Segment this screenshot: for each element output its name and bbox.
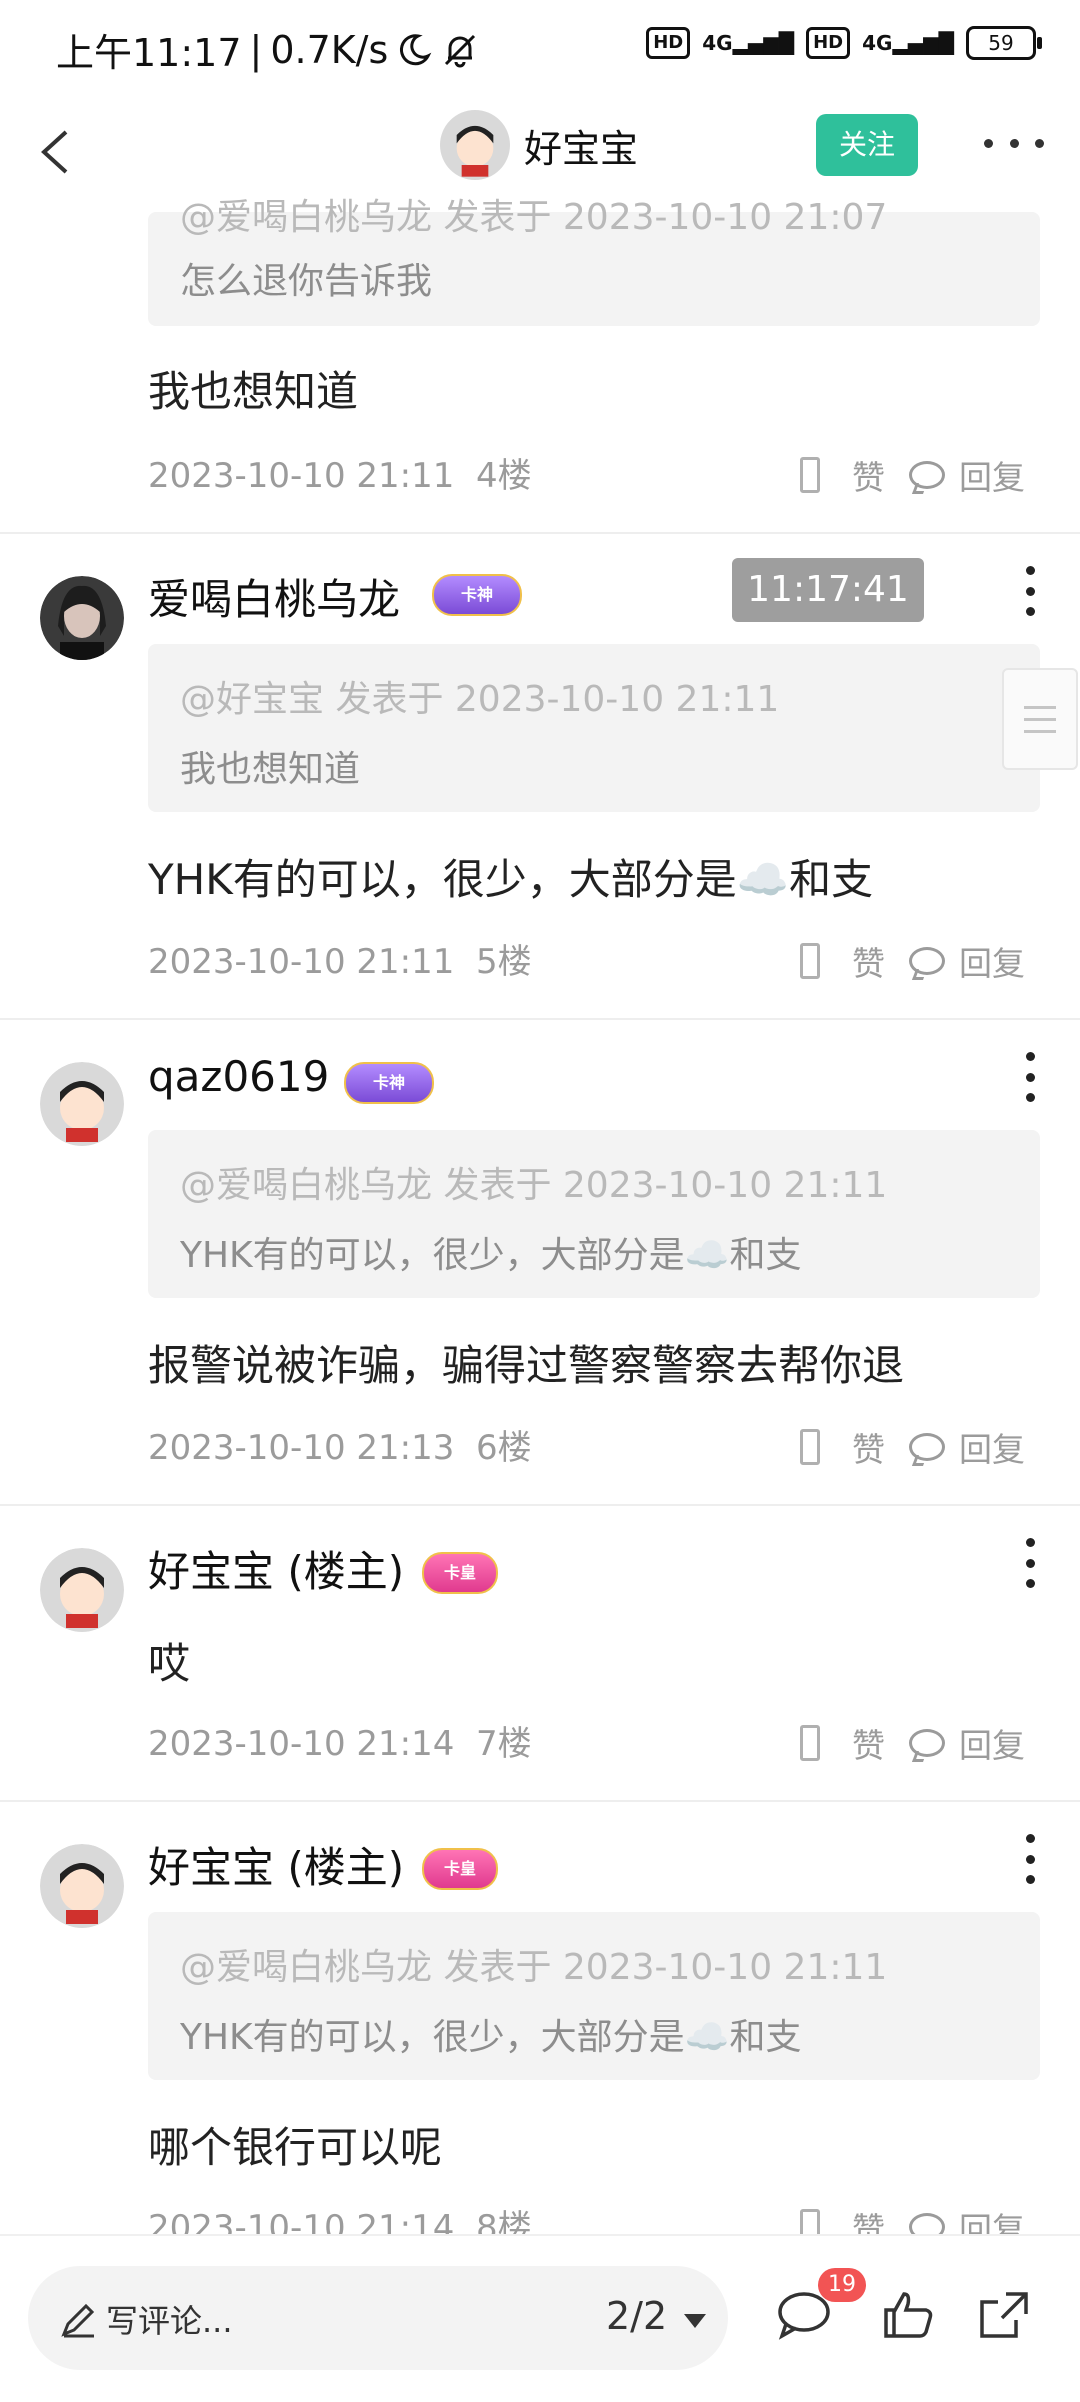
post-actions: 赞 回复 [800, 936, 1040, 986]
page-indicator[interactable]: 2/2 [606, 2294, 667, 2338]
avatar[interactable] [40, 1844, 124, 1928]
more-options-icon[interactable] [1020, 1052, 1040, 1102]
back-icon[interactable] [26, 122, 86, 182]
more-options-icon[interactable] [1020, 566, 1040, 616]
like-icon[interactable] [800, 1725, 820, 1761]
signal-icon: 4G▂▄▆█ [702, 31, 795, 55]
signal-icon-2: 4G▂▄▆█ [862, 31, 954, 55]
post-meta: 2023-10-10 21:11 5楼 [148, 942, 532, 982]
post-meta: 2023-10-10 21:13 6楼 [148, 1428, 532, 1468]
like-button[interactable]: 赞 [852, 451, 885, 499]
battery-icon: 59 [966, 26, 1042, 60]
quote-text: YHK有的可以，很少，大部分是☁️和支 [180, 2017, 802, 2058]
reply-icon[interactable] [909, 461, 945, 489]
divider [0, 1018, 1080, 1020]
comment-placeholder: 写评论... [106, 2302, 233, 2340]
status-right: HD 4G▂▄▆█ HD 4G▂▄▆█ 59 [646, 26, 1042, 60]
divider [0, 1504, 1080, 1506]
user-badge: 卡皇 [422, 1848, 498, 1890]
quote-block: @爱喝白桃乌龙 发表于 2023-10-10 21:11 YHK有的可以，很少，… [148, 1130, 1040, 1298]
quote-text: 怎么退你告诉我 [180, 261, 433, 302]
more-icon[interactable] [984, 118, 1044, 168]
reply-button[interactable]: 回复 [959, 937, 1025, 985]
avatar[interactable] [40, 576, 124, 660]
quote-head: @爱喝白桃乌龙 发表于 2023-10-10 21:11 [180, 1165, 888, 1206]
divider [0, 1800, 1080, 1802]
post-content: YHK有的可以，很少，大部分是☁️和支 [148, 855, 874, 904]
user-badge: 卡皇 [422, 1552, 498, 1594]
reply-icon[interactable] [909, 947, 945, 975]
share-icon[interactable] [976, 2286, 1032, 2342]
like-icon[interactable] [800, 457, 820, 493]
comment-count-badge: 19 [818, 2268, 866, 2302]
network-speed: 0.7K/s [270, 27, 389, 72]
post-actions: 赞 回复 [800, 1422, 1040, 1472]
status-bar: 上午11:17 | 0.7K/s HD 4G▂▄▆█ HD 4G▂▄▆█ 59 [0, 0, 1080, 96]
like-button[interactable]: 赞 [852, 1423, 885, 1471]
username[interactable]: 好宝宝 (楼主) [148, 1538, 404, 1599]
post-content: 哎 [148, 1639, 191, 1688]
user-badge: 卡神 [344, 1062, 434, 1104]
reply-icon[interactable] [909, 1433, 945, 1461]
like-icon[interactable] [800, 1429, 820, 1465]
avatar[interactable] [440, 110, 510, 180]
quote-block: @好宝宝 发表于 2023-10-10 21:11 我也想知道 [148, 644, 1040, 812]
quote-block: @爱喝白桃乌龙 发表于 2023-10-10 21:07 怎么退你告诉我 [148, 197, 1040, 326]
status-time: 上午11:17 [56, 31, 242, 75]
post-meta: 2023-10-10 21:11 4楼 [148, 456, 532, 496]
quote-head: @好宝宝 发表于 2023-10-10 21:11 [180, 679, 780, 720]
post-actions: 赞 回复 [800, 1718, 1040, 1768]
post-content: 我也想知道 [148, 367, 359, 416]
moon-icon [400, 33, 432, 65]
more-options-icon[interactable] [1020, 1834, 1040, 1884]
post-meta: 2023-10-10 21:14 7楼 [148, 1724, 532, 1764]
username[interactable]: qaz0619 [148, 1052, 329, 1101]
user-badge: 卡神 [432, 574, 522, 616]
quote-text: 我也想知道 [180, 749, 361, 790]
username[interactable]: 爱喝白桃乌龙 [148, 566, 400, 627]
scroll-handle[interactable] [1002, 668, 1078, 770]
post-content: 哪个银行可以呢 [148, 2123, 443, 2172]
divider [0, 532, 1080, 534]
post-content: 报警说被诈骗，骗得过警察警察去帮你退 [148, 1341, 905, 1390]
reply-icon[interactable] [909, 1729, 945, 1757]
follow-button[interactable]: 关注 [816, 114, 918, 176]
quote-head: @爱喝白桃乌龙 发表于 2023-10-10 21:07 [180, 197, 888, 238]
bottom-bar: 写评论... 2/2 19 [0, 2234, 1080, 2402]
reply-button[interactable]: 回复 [959, 1423, 1025, 1471]
post-actions: 赞 回复 [800, 450, 1040, 500]
thumbs-up-icon[interactable] [880, 2286, 936, 2342]
quote-head: @爱喝白桃乌龙 发表于 2023-10-10 21:11 [180, 1947, 888, 1988]
username[interactable]: 好宝宝 (楼主) [148, 1834, 404, 1895]
quote-block: @爱喝白桃乌龙 发表于 2023-10-10 21:11 YHK有的可以，很少，… [148, 1912, 1040, 2080]
time-overlay: 11:17:41 [732, 558, 924, 622]
header-user[interactable]: 好宝宝 [440, 110, 638, 180]
like-icon[interactable] [800, 943, 820, 979]
status-left: 上午11:17 | 0.7K/s [56, 22, 480, 77]
more-options-icon[interactable] [1020, 1538, 1040, 1588]
hd-icon-2: HD [806, 27, 851, 59]
like-button[interactable]: 赞 [852, 937, 885, 985]
quote-text: YHK有的可以，很少，大部分是☁️和支 [180, 1235, 802, 1276]
pencil-icon [61, 2303, 95, 2338]
like-button[interactable]: 赞 [852, 1719, 885, 1767]
reply-button[interactable]: 回复 [959, 451, 1025, 499]
chevron-down-icon[interactable] [684, 2314, 706, 2328]
avatar[interactable] [40, 1062, 124, 1146]
reply-button[interactable]: 回复 [959, 1719, 1025, 1767]
comment-input[interactable]: 写评论... 2/2 [28, 2266, 728, 2370]
hd-icon: HD [646, 27, 691, 59]
header-title: 好宝宝 [524, 126, 639, 171]
bell-off-icon [445, 34, 476, 67]
avatar[interactable] [40, 1548, 124, 1632]
